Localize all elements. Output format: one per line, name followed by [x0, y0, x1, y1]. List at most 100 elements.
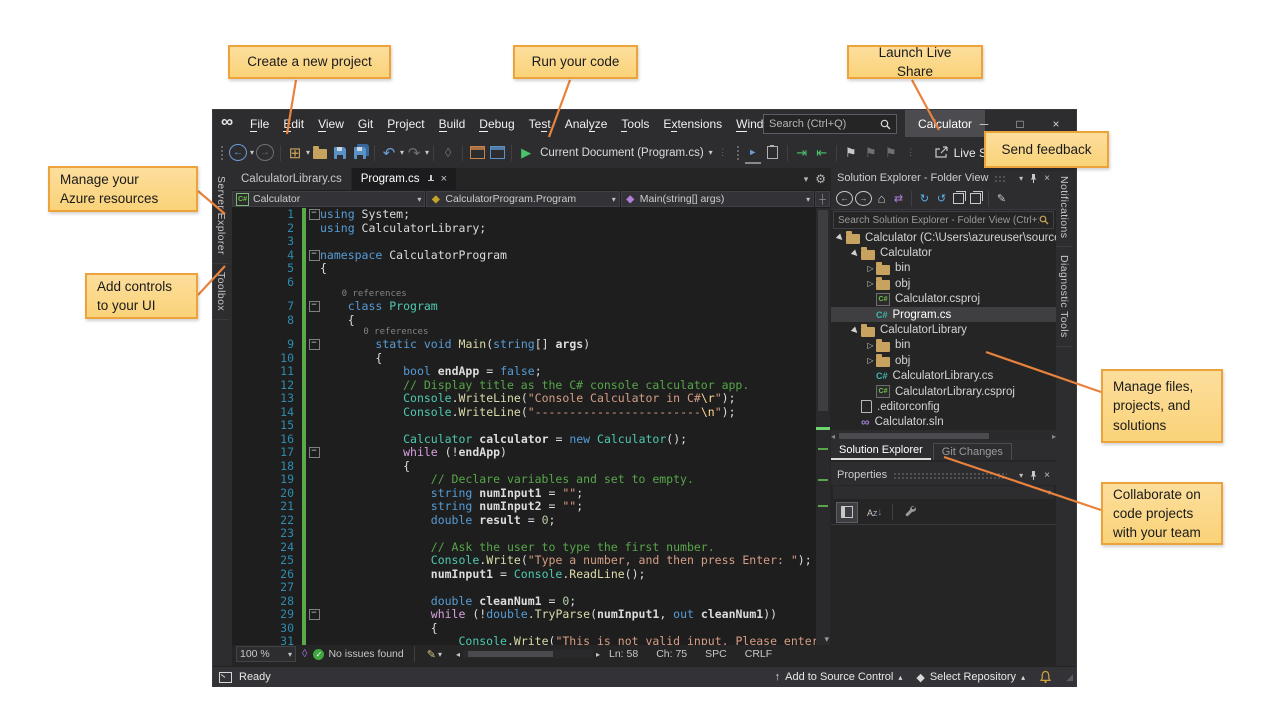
se-collapse-all-icon[interactable]	[951, 191, 966, 207]
tree-item-bin[interactable]: ▷bin	[831, 261, 1056, 276]
collapsed-arrow-icon[interactable]: ▷	[865, 264, 876, 273]
nav-dropdown[interactable]: ◆CalculatorProgram.Program▾	[426, 191, 619, 207]
properties-object-combobox[interactable]: ▾	[833, 486, 1054, 499]
bookmark-icon[interactable]: ⚑	[843, 143, 859, 163]
tree-item-calculatorlibrary.cs[interactable]: C#CalculatorLibrary.cs	[831, 369, 1056, 384]
editor-vertical-scrollbar[interactable]: ▾	[816, 208, 830, 645]
tree-item-obj[interactable]: ▷obj	[831, 353, 1056, 368]
editor-split-icon[interactable]: ┼	[815, 191, 830, 207]
menu-item-debug[interactable]: Debug	[472, 117, 521, 131]
background-tasks-icon[interactable]	[219, 672, 232, 683]
open-file-icon[interactable]	[312, 143, 328, 163]
new-window-icon[interactable]	[469, 143, 485, 163]
panel-menu-chevron-icon[interactable]: ▾	[1019, 174, 1023, 183]
menu-item-edit[interactable]: Edit	[276, 117, 311, 131]
nav-dropdown[interactable]: C#Calculator▾	[232, 191, 425, 207]
line-ending-indicator[interactable]: CRLF	[745, 648, 772, 660]
tree-item-calculator[interactable]: ▶Calculator	[831, 245, 1056, 260]
code-text-area[interactable]: 1−using System;2using CalculatorLibrary;…	[232, 208, 816, 645]
fold-collapse-icon[interactable]: −	[309, 339, 320, 350]
fold-collapse-icon[interactable]: −	[309, 301, 320, 312]
attach-to-process-icon[interactable]: ►	[745, 142, 761, 164]
window-layout-icon[interactable]	[489, 143, 505, 163]
menu-item-project[interactable]: Project	[380, 117, 431, 131]
new-project-icon[interactable]: ⊞	[287, 143, 303, 163]
hscroll-thumb[interactable]	[839, 433, 989, 439]
intellicode-icon[interactable]: ◊	[302, 648, 307, 660]
nav-dropdown[interactable]: ◆Main(string[] args)▾	[621, 191, 814, 207]
close-icon[interactable]: ×	[1044, 470, 1050, 481]
se-show-all-files-icon[interactable]	[968, 191, 983, 207]
se-sync-icon[interactable]: ↺	[934, 191, 949, 207]
solution-explorer-title-bar[interactable]: Solution Explorer - Folder View ▾ ×	[831, 168, 1056, 188]
resize-grip-icon[interactable]: ◢	[1066, 672, 1073, 683]
run-target-label[interactable]: Current Document (Program.cs)	[540, 147, 704, 159]
hscroll-right-icon[interactable]: ▸	[596, 650, 600, 659]
toolbar-grip[interactable]	[220, 145, 224, 161]
select-repository-button[interactable]: ◆ Select Repository ▴	[916, 671, 1025, 684]
menu-item-git[interactable]: Git	[351, 117, 380, 131]
tree-item-bin[interactable]: ▷bin	[831, 338, 1056, 353]
document-tab-program.cs[interactable]: Program.cs×	[352, 168, 456, 190]
menu-item-extensions[interactable]: Extensions	[656, 117, 729, 131]
run-target-dropdown-icon[interactable]: ▾	[709, 148, 713, 157]
tree-item-calculator.sln[interactable]: ∞Calculator.sln	[831, 415, 1056, 430]
property-pages-wrench-icon[interactable]	[903, 504, 916, 520]
menu-item-build[interactable]: Build	[432, 117, 473, 131]
toolbar-grip[interactable]	[736, 145, 740, 161]
navigate-back-dropdown-icon[interactable]: ▾	[250, 148, 254, 157]
se-horizontal-scrollbar[interactable]: ◂ ▸	[831, 430, 1056, 442]
menu-item-file[interactable]: File	[243, 117, 276, 131]
start-debug-icon[interactable]: ▶	[518, 143, 534, 163]
sort-alphabetical-icon[interactable]: AZ↓	[867, 507, 882, 518]
scrollbar-thumb[interactable]	[818, 210, 828, 411]
menu-item-tools[interactable]: Tools	[614, 117, 656, 131]
tab-close-icon[interactable]: ×	[441, 173, 447, 185]
hscroll-left-icon[interactable]: ◂	[831, 432, 835, 441]
navigate-back-icon[interactable]: ←	[229, 144, 247, 161]
tree-item-calculatorlibrary.csproj[interactable]: C#CalculatorLibrary.csproj	[831, 384, 1056, 399]
redo-icon[interactable]: ↷	[406, 143, 422, 163]
toolbar-overflow-icon[interactable]: ⋮	[715, 143, 731, 163]
navigate-forward-icon[interactable]: →	[256, 144, 274, 161]
solution-explorer-search-input[interactable]: Search Solution Explorer - Folder View (…	[833, 211, 1054, 229]
save-all-icon[interactable]	[352, 143, 368, 163]
close-icon[interactable]: ×	[1044, 173, 1050, 184]
undo-dropdown-icon[interactable]: ▾	[400, 148, 404, 157]
fold-collapse-icon[interactable]: −	[309, 609, 320, 620]
editor-options-gear-icon[interactable]: ⚙	[815, 172, 826, 186]
fold-collapse-icon[interactable]: −	[309, 209, 320, 220]
hscroll-thumb[interactable]	[468, 651, 553, 657]
tab-list-dropdown-icon[interactable]: ▾	[804, 174, 809, 185]
indent-in-icon[interactable]: ⇥	[794, 143, 810, 163]
se-switch-views-icon[interactable]: ⇄	[891, 191, 906, 207]
pin-icon[interactable]	[1029, 173, 1038, 184]
code-map-icon[interactable]	[765, 143, 781, 163]
pin-icon[interactable]	[1029, 470, 1038, 481]
issues-label[interactable]: No issues found	[328, 648, 403, 660]
fold-collapse-icon[interactable]: −	[309, 447, 320, 458]
side-tab-diagnostic-tools[interactable]: Diagnostic Tools	[1056, 247, 1072, 347]
se-refresh-icon[interactable]: ↻	[917, 191, 932, 207]
collapsed-arrow-icon[interactable]: ▷	[865, 356, 876, 365]
toolbar-overflow-icon[interactable]: ⋮	[903, 143, 919, 163]
indent-out-icon[interactable]: ⇤	[814, 143, 830, 163]
hscroll-track[interactable]	[837, 432, 1050, 440]
se-pending-changes-icon[interactable]: ✎	[994, 191, 1009, 207]
fold-collapse-icon[interactable]: −	[309, 250, 320, 261]
spaces-indicator[interactable]: SPC	[705, 648, 727, 660]
code-cleanup-icon[interactable]: ✎	[427, 648, 436, 661]
panel-menu-chevron-icon[interactable]: ▾	[1019, 471, 1023, 480]
tool-tab-solution-explorer[interactable]: Solution Explorer	[831, 442, 931, 460]
code-cleanup-dropdown-icon[interactable]: ▾	[438, 650, 442, 659]
menu-item-test[interactable]: Test	[522, 117, 558, 131]
notifications-bell-icon[interactable]	[1039, 670, 1052, 684]
side-tab-server-explorer[interactable]: Server Explorer	[213, 168, 229, 264]
tool-tab-git-changes[interactable]: Git Changes	[933, 443, 1012, 460]
categorized-button[interactable]	[836, 502, 858, 523]
editor-horizontal-scrollbar[interactable]	[463, 650, 593, 658]
add-to-source-control-button[interactable]: ↑ Add to Source Control ▴	[775, 671, 903, 683]
save-icon[interactable]	[332, 143, 348, 163]
menu-item-view[interactable]: View	[311, 117, 351, 131]
collapsed-arrow-icon[interactable]: ▷	[865, 341, 876, 350]
